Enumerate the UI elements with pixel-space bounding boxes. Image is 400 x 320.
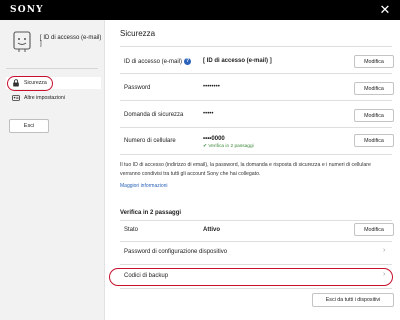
sidebar-item-other-settings[interactable]: Altre impostazioni — [6, 92, 101, 104]
more-info-link[interactable]: Maggiori informazioni — [120, 183, 168, 189]
backup-codes-highlight-annotation — [109, 268, 393, 286]
two-step-heading: Verifica in 2 passaggi — [120, 210, 182, 216]
divider — [120, 220, 392, 221]
top-bar: SONY ✕ — [0, 0, 400, 20]
device-setup-password-item[interactable]: Password di configurazione dispositivo — [124, 249, 227, 255]
two-step-verified-text: Verifica in 2 passaggi — [208, 144, 254, 149]
divider — [120, 100, 392, 101]
info-text: Il tuo ID di accesso (indirizzo di email… — [120, 162, 371, 177]
sidebar: [ ID di accesso (e-mail) ] Sicurezza Alt… — [0, 20, 105, 320]
two-step-verified-note: ✔ Verifica in 2 passaggi — [203, 144, 254, 149]
login-id-label: ID di accesso (e-mail)? — [124, 58, 192, 66]
sidebar-user-id: [ ID di accesso (e-mail) ] — [40, 35, 102, 47]
sony-logo: SONY — [10, 5, 44, 15]
chevron-right-icon: › — [383, 247, 386, 254]
avatar-icon — [13, 31, 31, 52]
login-id-value: [ ID di accesso (e-mail) ] — [203, 58, 272, 64]
security-question-label: Domanda di sicurezza — [124, 112, 184, 118]
mobile-number-label: Numero di cellulare — [124, 138, 176, 144]
id-card-icon — [12, 95, 20, 101]
password-value: •••••••• — [203, 84, 220, 90]
login-id-label-text: ID di accesso (e-mail) — [124, 59, 183, 66]
divider — [120, 241, 392, 242]
divider — [120, 46, 392, 47]
page-title: Sicurezza — [120, 29, 156, 38]
edit-mobile-number-button[interactable]: Modifica — [354, 134, 394, 147]
edit-login-id-button[interactable]: Modifica — [354, 55, 394, 68]
help-icon[interactable]: ? — [184, 58, 192, 65]
close-icon[interactable]: ✕ — [378, 3, 392, 17]
security-highlight-annotation — [7, 76, 53, 91]
edit-password-button[interactable]: Modifica — [354, 82, 394, 95]
edit-status-button[interactable]: Modifica — [354, 223, 394, 236]
sidebar-item-label: Altre impostazioni — [24, 95, 65, 101]
security-question-value: ••••• — [203, 111, 214, 117]
divider — [120, 127, 392, 128]
password-label: Password — [124, 85, 151, 91]
sign-out-all-devices-button[interactable]: Esci da tutti i dispositivi — [312, 293, 394, 307]
divider — [120, 73, 392, 74]
divider — [120, 154, 392, 155]
status-label: Stato — [124, 227, 139, 233]
divider — [120, 288, 392, 289]
sidebar-divider — [6, 68, 98, 69]
status-value: Attivo — [203, 227, 220, 233]
mobile-number-value: ••••0000 — [203, 136, 225, 142]
edit-security-question-button[interactable]: Modifica — [354, 109, 394, 122]
divider — [120, 264, 392, 265]
logout-button[interactable]: Esci — [9, 119, 49, 133]
main-panel: Sicurezza ID di accesso (e-mail)? [ ID d… — [106, 20, 400, 320]
